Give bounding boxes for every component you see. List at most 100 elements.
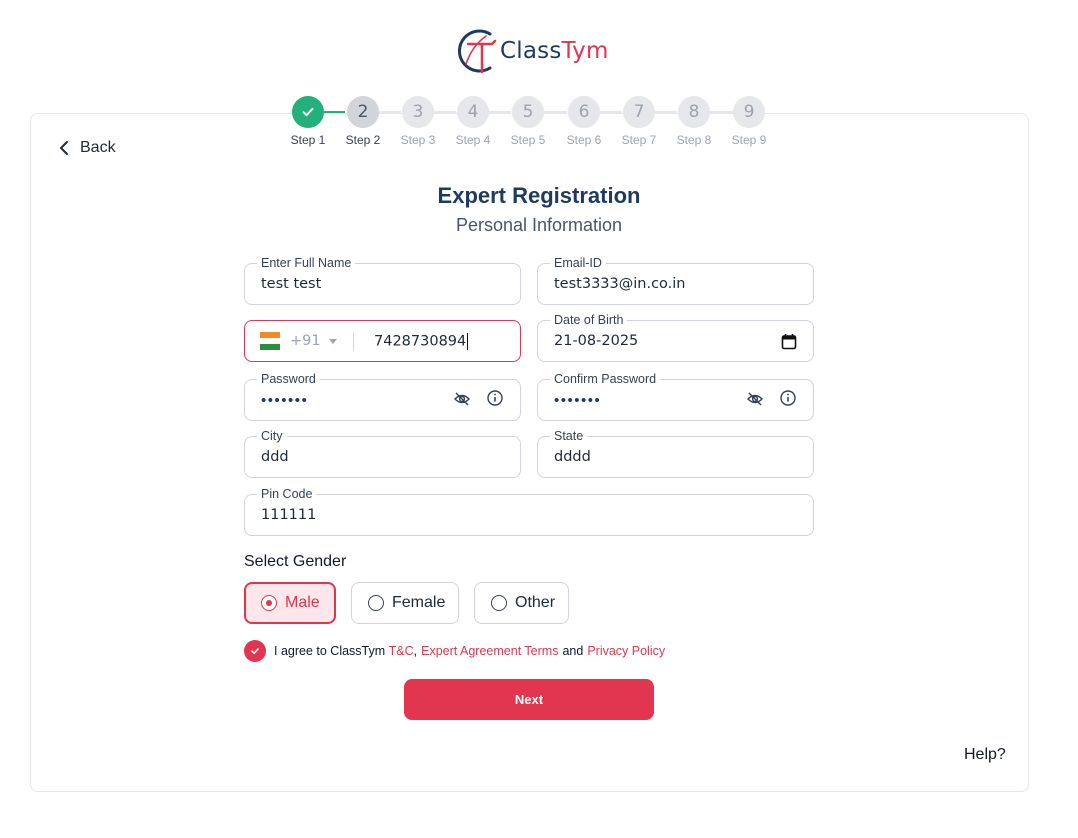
- terms-agreement: I agree to ClassTym T&C, Expert Agreemen…: [244, 640, 665, 662]
- step-circle: 2: [347, 96, 379, 128]
- help-link[interactable]: Help?: [964, 746, 1006, 764]
- step-6: 6 Step 6: [567, 96, 601, 147]
- gender-option-label: Male: [285, 594, 320, 611]
- gender-label: Select Gender: [244, 553, 347, 570]
- step-connector: [599, 111, 622, 113]
- step-circle: 4: [457, 96, 489, 128]
- classtym-logo: ClassTym: [456, 24, 609, 78]
- radio-icon: [261, 595, 277, 611]
- full-name-value: test test: [261, 276, 322, 292]
- pin-code-field[interactable]: Pin Code 111111: [244, 487, 814, 536]
- chevron-left-icon: [60, 141, 68, 155]
- info-icon[interactable]: [486, 389, 504, 407]
- agree-and: and: [562, 644, 584, 658]
- email-field[interactable]: Email-ID test3333@in.co.in: [537, 256, 814, 305]
- step-label: Step 9: [731, 133, 767, 147]
- step-label: Step 8: [676, 133, 712, 147]
- step-circle: 9: [733, 96, 765, 128]
- step-connector: [654, 111, 677, 113]
- password-label: Password: [257, 372, 320, 386]
- gender-option-label: Female: [392, 594, 446, 611]
- brand-name-part2: Tym: [561, 38, 609, 64]
- step-5: 5 Step 5: [511, 96, 545, 147]
- check-icon: [302, 107, 314, 117]
- caret-down-icon[interactable]: [329, 339, 337, 344]
- step-connector: [377, 111, 401, 113]
- check-icon: [251, 648, 259, 654]
- step-9: 9 Step 9: [732, 96, 766, 147]
- gender-option-female[interactable]: Female: [351, 582, 459, 624]
- city-value: ddd: [261, 449, 289, 465]
- dob-field[interactable]: Date of Birth 21-08-2025: [537, 313, 814, 362]
- step-circle: 3: [402, 96, 434, 128]
- phone-field[interactable]: +91 7428730894: [244, 320, 521, 362]
- email-label: Email-ID: [550, 256, 606, 270]
- step-label: Step 7: [621, 133, 657, 147]
- text-cursor: [467, 333, 469, 350]
- india-flag-icon[interactable]: [260, 332, 280, 350]
- gender-option-other[interactable]: Other: [474, 582, 569, 624]
- step-connector: [709, 111, 733, 113]
- step-7: 7 Step 7: [622, 96, 656, 147]
- divider: [353, 333, 354, 351]
- step-8: 8 Step 8: [677, 96, 711, 147]
- step-circle: 5: [512, 96, 544, 128]
- step-circle: 8: [678, 96, 710, 128]
- page-subtitle: Personal Information: [455, 215, 623, 235]
- info-icon[interactable]: [779, 389, 797, 407]
- agree-comma: ,: [413, 644, 418, 658]
- agree-checkbox[interactable]: [244, 640, 266, 662]
- privacy-policy-link[interactable]: Privacy Policy: [587, 644, 665, 658]
- eye-off-icon[interactable]: [746, 390, 764, 408]
- pin-code-value: 111111: [261, 507, 317, 523]
- step-label: Step 6: [566, 133, 602, 147]
- full-name-label: Enter Full Name: [257, 256, 356, 270]
- progress-stepper: Step 1 2 Step 2 3 Step 3 4 Step 4 5 Step…: [290, 96, 780, 152]
- step-connector: [433, 111, 456, 113]
- state-value: dddd: [554, 449, 591, 465]
- step-circle: [292, 96, 324, 128]
- step-label: Step 1: [290, 133, 326, 147]
- step-label: Step 2: [345, 133, 381, 147]
- city-label: City: [257, 429, 287, 443]
- pin-code-label: Pin Code: [257, 487, 317, 501]
- step-label: Step 3: [400, 133, 436, 147]
- phone-value: 7428730894: [374, 333, 467, 350]
- password-field[interactable]: Password •••••••: [244, 372, 521, 421]
- full-name-field[interactable]: Enter Full Name test test: [244, 256, 521, 305]
- eye-off-icon[interactable]: [453, 390, 471, 408]
- phone-input[interactable]: 7428730894: [374, 333, 469, 350]
- step-connector: [322, 111, 345, 113]
- step-label: Step 5: [510, 133, 546, 147]
- state-label: State: [550, 429, 588, 443]
- confirm-password-value: •••••••: [554, 392, 602, 409]
- page-title: Expert Registration: [437, 183, 641, 208]
- step-connector: [488, 111, 511, 113]
- brand-name: ClassTym: [500, 38, 609, 64]
- brand-name-part1: Class: [500, 38, 562, 64]
- dob-label: Date of Birth: [550, 313, 628, 327]
- step-1: Step 1: [291, 96, 325, 147]
- calendar-icon[interactable]: [781, 333, 797, 351]
- gender-option-label: Other: [515, 594, 556, 611]
- email-value: test3333@in.co.in: [554, 276, 686, 292]
- state-field[interactable]: State dddd: [537, 429, 814, 478]
- confirm-password-field[interactable]: Confirm Password •••••••: [537, 372, 814, 421]
- gender-option-male[interactable]: Male: [244, 582, 336, 624]
- next-button[interactable]: Next: [404, 679, 654, 720]
- agree-text: I agree to ClassTym: [274, 644, 389, 658]
- back-button[interactable]: Back: [58, 139, 116, 157]
- radio-icon: [491, 595, 507, 611]
- confirm-password-label: Confirm Password: [550, 372, 661, 386]
- step-3: 3 Step 3: [401, 96, 435, 147]
- expert-agreement-link[interactable]: Expert Agreement Terms: [421, 644, 558, 658]
- step-connector: [543, 111, 567, 113]
- city-field[interactable]: City ddd: [244, 429, 521, 478]
- radio-icon: [368, 595, 384, 611]
- back-label: Back: [80, 139, 116, 156]
- tc-link[interactable]: T&C: [389, 644, 414, 658]
- country-code[interactable]: +91: [290, 333, 321, 349]
- classtym-logo-icon: [458, 29, 497, 74]
- step-circle: 7: [623, 96, 655, 128]
- dob-value: 21-08-2025: [554, 333, 639, 349]
